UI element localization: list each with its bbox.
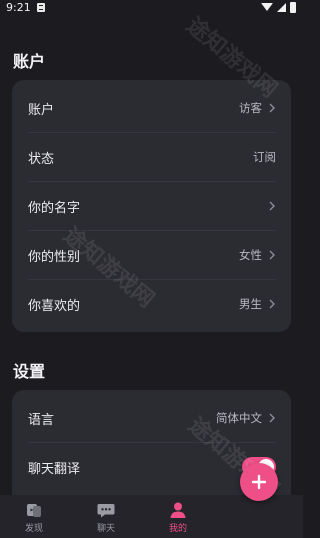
account-section-title: 账户 xyxy=(13,52,46,71)
status-time: 9:21 xyxy=(6,0,31,14)
tab-label: 我的 xyxy=(168,523,187,534)
row-label: 聊天翻译 xyxy=(28,461,81,477)
discover-icon xyxy=(27,503,41,517)
plus-icon xyxy=(251,474,267,490)
account-row-status[interactable]: 状态 订阅 xyxy=(12,133,291,181)
row-label: 你的名字 xyxy=(28,200,81,216)
chat-icon xyxy=(97,503,115,517)
status-bar-left: 9:21 xyxy=(6,1,45,14)
account-card: 账户 访客 状态 订阅 你的名字 你的性别 女性 你喜欢的 男生 xyxy=(12,80,291,332)
status-bar: 9:21 xyxy=(0,0,303,14)
row-label: 状态 xyxy=(28,151,55,167)
battery-icon xyxy=(290,1,296,13)
wifi-icon xyxy=(261,3,273,11)
tab-discover[interactable]: 发现 xyxy=(4,495,64,538)
row-label: 账户 xyxy=(28,102,55,118)
tab-profile[interactable]: 我的 xyxy=(148,495,208,538)
chevron-right-icon xyxy=(269,103,275,113)
row-value: 女性 xyxy=(239,248,262,262)
row-value: 访客 xyxy=(239,101,262,115)
row-label: 你的性别 xyxy=(28,249,81,265)
settings-section-title: 设置 xyxy=(13,362,46,381)
app-notification-icon xyxy=(36,2,45,12)
status-bar-right xyxy=(261,1,296,13)
row-label: 你喜欢的 xyxy=(28,298,81,314)
row-value: 男生 xyxy=(239,297,262,311)
row-label: 语言 xyxy=(28,412,55,428)
settings-row-language[interactable]: 语言 简体中文 xyxy=(12,394,291,442)
tab-label: 发现 xyxy=(24,523,43,534)
account-row-account[interactable]: 账户 访客 xyxy=(12,84,291,132)
row-value: 简体中文 xyxy=(216,411,262,425)
account-row-name[interactable]: 你的名字 xyxy=(12,182,291,230)
tab-label: 聊天 xyxy=(96,523,115,534)
bottom-tab-bar: 发现 聊天 我的 xyxy=(0,495,303,538)
signal-icon xyxy=(277,2,286,12)
profile-icon xyxy=(170,502,186,518)
chevron-right-icon xyxy=(269,413,275,423)
tab-chat[interactable]: 聊天 xyxy=(76,495,136,538)
chevron-right-icon xyxy=(269,250,275,260)
chevron-right-icon xyxy=(269,299,275,309)
account-row-preference[interactable]: 你喜欢的 男生 xyxy=(12,280,291,328)
add-button[interactable] xyxy=(240,463,278,501)
account-row-gender[interactable]: 你的性别 女性 xyxy=(12,231,291,279)
row-value: 订阅 xyxy=(253,150,276,164)
chevron-right-icon xyxy=(269,201,275,211)
